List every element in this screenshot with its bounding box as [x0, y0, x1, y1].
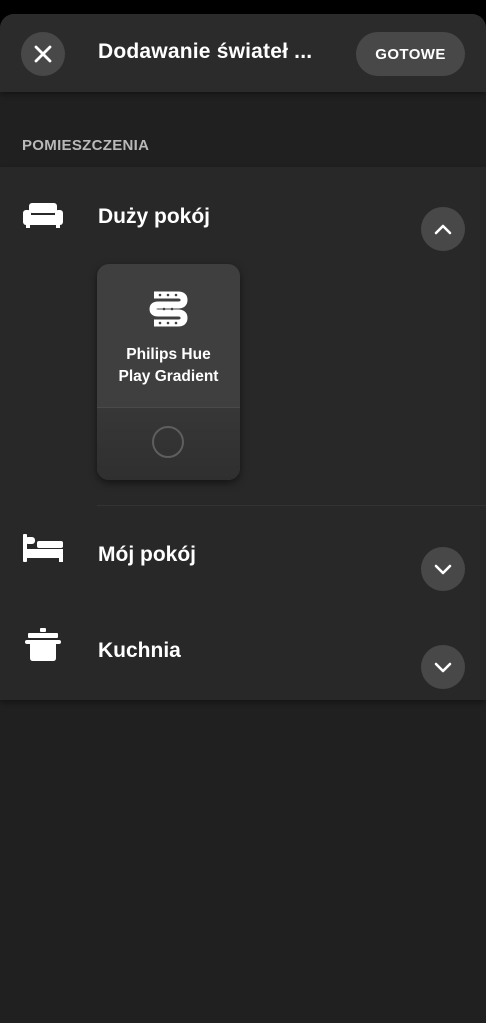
light-card[interactable]: Philips Hue Play Gradient	[97, 264, 240, 480]
room-row-moj-pokoj[interactable]: Mój pokój	[0, 507, 486, 603]
collapse-button[interactable]	[421, 207, 465, 251]
top-bar: Dodawanie świateł ... GOTOWE	[0, 14, 486, 92]
select-checkbox[interactable]	[152, 426, 184, 458]
divider	[97, 505, 486, 506]
lightstrip-icon	[149, 291, 188, 327]
light-name-line-1: Philips Hue	[126, 346, 211, 363]
chevron-up-icon	[434, 224, 452, 235]
chevron-down-icon	[434, 564, 452, 575]
light-name: Philips Hue Play Gradient	[97, 344, 240, 388]
chevron-down-icon	[434, 662, 452, 673]
room-row-duzy-pokoj[interactable]: Duży pokój	[0, 167, 486, 263]
expand-button[interactable]	[421, 645, 465, 689]
room-name: Kuchnia	[98, 639, 181, 662]
page-title: Dodawanie świateł ...	[98, 40, 313, 63]
done-button[interactable]: GOTOWE	[356, 32, 465, 76]
room-row-kuchnia[interactable]: Kuchnia	[0, 603, 486, 699]
light-name-line-2: Play Gradient	[118, 368, 219, 385]
close-button[interactable]	[21, 32, 65, 76]
sofa-icon	[20, 195, 66, 235]
room-name: Mój pokój	[98, 543, 196, 566]
close-icon	[34, 45, 52, 63]
rooms-list: Duży pokój Philips Hue Play Gradient Mój…	[0, 167, 486, 700]
add-lights-screen: Dodawanie świateł ... GOTOWE POMIESZCZEN…	[0, 14, 486, 1023]
section-heading: POMIESZCZENIA	[22, 137, 150, 154]
bed-icon	[20, 529, 66, 569]
pot-icon	[20, 625, 66, 665]
room-name: Duży pokój	[98, 205, 211, 228]
expand-button[interactable]	[421, 547, 465, 591]
